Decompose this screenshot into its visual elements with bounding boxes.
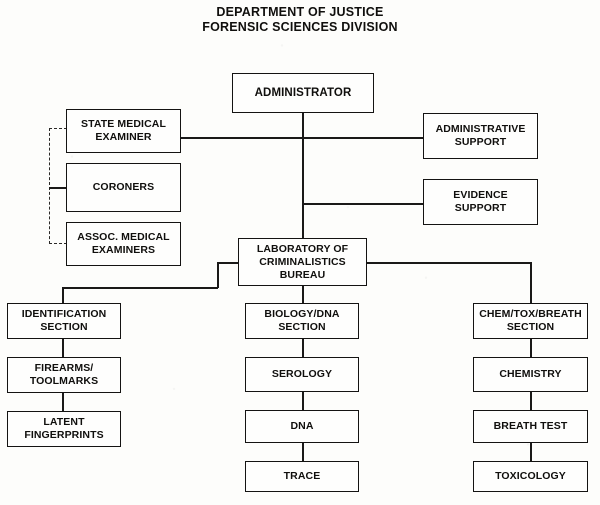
connector-administrator-to-administrative-support <box>302 137 423 139</box>
connector-spine-to-coroners <box>49 187 67 189</box>
title-line-1: DEPARTMENT OF JUSTICE <box>216 5 384 19</box>
connector-administrator-to-evidence-support <box>302 203 423 205</box>
node-firearms-toolmarks[interactable]: FIREARMS/ TOOLMARKS <box>7 357 121 393</box>
node-administrator-label: ADMINISTRATOR <box>254 86 352 99</box>
node-coroners[interactable]: CORONERS <box>66 163 181 212</box>
node-biology-dna-section-label: BIOLOGY/DNA SECTION <box>264 308 340 333</box>
node-assoc-medical-examiners-label: ASSOC. MEDICAL EXAMINERS <box>77 231 170 256</box>
node-biology-dna-section[interactable]: BIOLOGY/DNA SECTION <box>245 303 359 339</box>
connector-to-biology-dna-section <box>302 286 304 304</box>
connector-breath-test-to-toxicology <box>530 443 532 461</box>
chart-title: DEPARTMENT OF JUSTICE FORENSIC SCIENCES … <box>0 5 600 35</box>
node-assoc-medical-examiners[interactable]: ASSOC. MEDICAL EXAMINERS <box>66 222 181 266</box>
connector-to-identification-section <box>62 287 64 304</box>
connector-dna-to-trace <box>302 443 304 461</box>
node-toxicology-label: TOXICOLOGY <box>495 470 566 482</box>
node-chem-tox-breath-section-label: CHEM/TOX/BREATH SECTION <box>479 308 582 333</box>
connector-to-chem-tox-breath-section <box>530 262 532 304</box>
node-identification-section-label: IDENTIFICATION SECTION <box>21 308 107 333</box>
node-trace-label: TRACE <box>283 470 321 482</box>
node-serology[interactable]: SEROLOGY <box>245 357 359 392</box>
node-breath-test[interactable]: BREATH TEST <box>473 410 588 443</box>
node-chemistry[interactable]: CHEMISTRY <box>473 357 588 392</box>
node-identification-section[interactable]: IDENTIFICATION SECTION <box>7 303 121 339</box>
connector-identification-to-firearms <box>62 339 64 357</box>
node-administrator[interactable]: ADMINISTRATOR <box>232 73 374 113</box>
connector-laboratory-left-run <box>62 287 218 289</box>
connector-laboratory-left-stub <box>217 262 238 264</box>
node-trace[interactable]: TRACE <box>245 461 359 492</box>
node-breath-test-label: BREATH TEST <box>493 420 568 432</box>
connector-administrator-to-state-medical-examiner <box>181 137 303 139</box>
node-administrative-support-label: ADMINISTRATIVE SUPPORT <box>435 123 526 148</box>
connector-chem-tox-to-chemistry <box>530 339 532 357</box>
connector-firearms-to-latent-fingerprints <box>62 393 64 411</box>
node-dna[interactable]: DNA <box>245 410 359 443</box>
connector-biology-to-serology <box>302 339 304 357</box>
connector-medical-examiner-spine <box>49 128 50 244</box>
node-toxicology[interactable]: TOXICOLOGY <box>473 461 588 492</box>
connector-laboratory-right-run <box>367 262 531 264</box>
connector-serology-to-dna <box>302 392 304 410</box>
node-state-medical-examiner-label: STATE MEDICAL EXAMINER <box>81 118 166 143</box>
node-evidence-support-label: EVIDENCE SUPPORT <box>453 189 508 214</box>
node-chemistry-label: CHEMISTRY <box>499 368 562 380</box>
node-latent-fingerprints-label: LATENT FINGERPRINTS <box>24 416 104 441</box>
node-serology-label: SEROLOGY <box>271 368 333 380</box>
title-line-2: FORENSIC SCIENCES DIVISION <box>202 20 398 34</box>
node-latent-fingerprints[interactable]: LATENT FINGERPRINTS <box>7 411 121 447</box>
node-coroners-label: CORONERS <box>92 181 155 193</box>
node-evidence-support[interactable]: EVIDENCE SUPPORT <box>423 179 538 225</box>
connector-spine-to-state-medical-examiner <box>49 128 67 129</box>
node-dna-label: DNA <box>290 420 314 432</box>
node-state-medical-examiner[interactable]: STATE MEDICAL EXAMINER <box>66 109 181 153</box>
node-chem-tox-breath-section[interactable]: CHEM/TOX/BREATH SECTION <box>473 303 588 339</box>
node-administrative-support[interactable]: ADMINISTRATIVE SUPPORT <box>423 113 538 159</box>
node-firearms-toolmarks-label: FIREARMS/ TOOLMARKS <box>29 362 99 387</box>
org-chart-canvas: DEPARTMENT OF JUSTICE FORENSIC SCIENCES … <box>0 0 600 505</box>
node-laboratory-criminalistics-bureau-label: LABORATORY OF CRIMINALISTICS BUREAU <box>256 242 349 281</box>
connector-spine-to-assoc-medical-examiners <box>49 243 67 244</box>
connector-chemistry-to-breath-test <box>530 392 532 410</box>
node-laboratory-criminalistics-bureau[interactable]: LABORATORY OF CRIMINALISTICS BUREAU <box>238 238 367 286</box>
connector-administrator-trunk <box>302 113 304 241</box>
connector-laboratory-left-drop <box>217 262 219 288</box>
